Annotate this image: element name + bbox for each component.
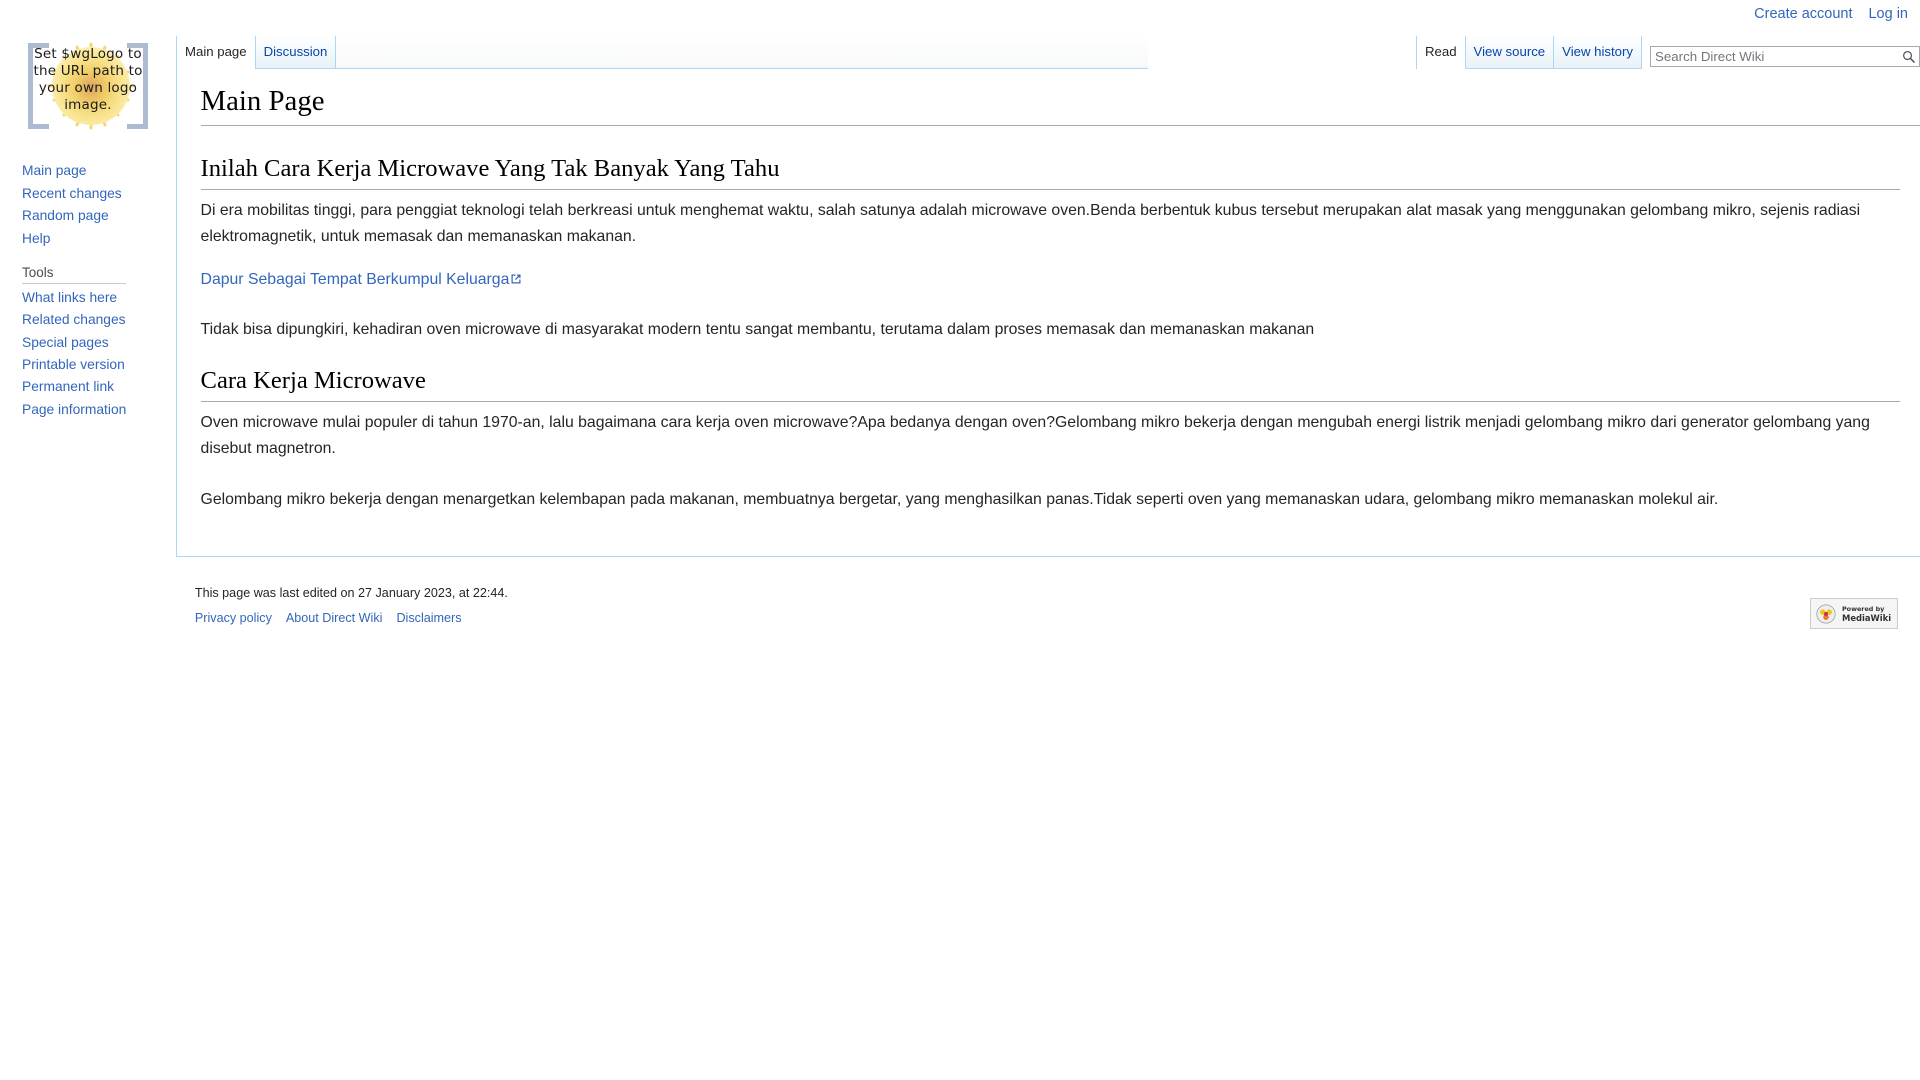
search-wrapper: [1650, 46, 1920, 67]
section1-paragraph-1: Di era mobilitas tinggi, para penggiat t…: [200, 202, 1861, 245]
mediawiki-flower-icon: [1816, 603, 1836, 624]
sidebar-link-printable-version[interactable]: Printable version: [22, 357, 125, 372]
sidebar: Set $wgLogo to the URL path to your own …: [0, 0, 176, 433]
tab-discussion[interactable]: Discussion: [255, 36, 337, 69]
tab-read[interactable]: Read: [1416, 36, 1466, 69]
footer-item-about[interactable]: About Direct Wiki: [286, 611, 383, 625]
view-tab-list: Read View source View history: [1416, 36, 1642, 69]
sidebar-link-main-page[interactable]: Main page: [22, 163, 86, 178]
sidebar-link-random-page[interactable]: Random page: [22, 208, 109, 223]
tab-discussion-label[interactable]: Discussion: [256, 36, 336, 69]
powered-by-line1: Powered by: [1842, 604, 1885, 613]
sidebar-item-page-information[interactable]: Page information: [22, 398, 176, 420]
personal-tools: Create account Log in: [1754, 0, 1908, 28]
sidebar-tools-list: What links here Related changes Special …: [22, 286, 176, 420]
section1-paragraph-2: Tidak bisa dipungkiri, kehadiran oven mi…: [200, 321, 1315, 339]
powered-by-mediawiki-badge[interactable]: Powered by MediaWiki: [1810, 598, 1898, 629]
sidebar-item-permanent-link[interactable]: Permanent link: [22, 376, 176, 398]
footer-icons: Powered by MediaWiki: [1810, 598, 1898, 629]
sidebar-link-recent-changes[interactable]: Recent changes: [22, 186, 122, 201]
search-form: [1650, 46, 1920, 69]
sidebar-item-printable-version[interactable]: Printable version: [22, 354, 176, 376]
tab-view-history-label[interactable]: View history: [1554, 36, 1641, 69]
sidebar-link-special-pages[interactable]: Special pages: [22, 335, 109, 350]
section2-paragraph-1: Oven microwave mulai populer di tahun 19…: [200, 414, 1870, 457]
tab-main-page[interactable]: Main page: [176, 36, 256, 69]
section-heading-2: Cara Kerja Microwave: [200, 365, 1900, 403]
search-button[interactable]: [1898, 47, 1918, 66]
external-link-icon: [511, 274, 521, 284]
sidebar-item-what-links-here[interactable]: What links here: [22, 286, 176, 308]
sidebar-link-permanent-link[interactable]: Permanent link: [22, 379, 114, 394]
sidebar-navigation-portal: Main page Recent changes Random page Hel…: [0, 160, 176, 250]
page-title: Main Page: [200, 83, 1920, 126]
site-logo[interactable]: Set $wgLogo to the URL path to your own …: [8, 0, 168, 160]
sidebar-link-what-links-here[interactable]: What links here: [22, 290, 117, 305]
sidebar-link-page-information[interactable]: Page information: [22, 402, 126, 417]
sidebar-item-special-pages[interactable]: Special pages: [22, 331, 176, 353]
body-content: Inilah Cara Kerja Microwave Yang Tak Ban…: [200, 133, 1920, 512]
sidebar-link-help[interactable]: Help: [22, 231, 50, 246]
logo-placeholder: Set $wgLogo to the URL path to your own …: [20, 25, 156, 135]
footer-link-about[interactable]: About Direct Wiki: [286, 611, 383, 625]
page-footer: This page was last edited on 27 January …: [176, 576, 1920, 629]
namespace-tabs: Main page Discussion: [176, 36, 337, 69]
external-link-label: Dapur Sebagai Tempat Berkumpul Keluarga: [200, 270, 510, 288]
powered-by-line2: MediaWiki: [1842, 612, 1892, 623]
search-input[interactable]: [1650, 46, 1920, 67]
content-area: Main Page Inilah Cara Kerja Microwave Ya…: [176, 67, 1920, 557]
external-link-dapur[interactable]: Dapur Sebagai Tempat Berkumpul Keluarga: [201, 271, 523, 288]
tab-read-label[interactable]: Read: [1417, 36, 1465, 69]
tab-view-history[interactable]: View history: [1554, 36, 1642, 69]
footer-link-disclaimers[interactable]: Disclaimers: [396, 611, 461, 625]
sidebar-item-recent-changes[interactable]: Recent changes: [22, 182, 176, 204]
sidebar-item-random-page[interactable]: Random page: [22, 205, 176, 227]
tab-view-source[interactable]: View source: [1465, 36, 1555, 69]
sidebar-item-main-page[interactable]: Main page: [22, 160, 176, 182]
sidebar-item-help[interactable]: Help: [22, 227, 176, 249]
sidebar-navigation-list: Main page Recent changes Random page Hel…: [22, 160, 176, 250]
footer-last-edited: This page was last edited on 27 January …: [194, 586, 508, 601]
create-account-link[interactable]: Create account: [1754, 6, 1852, 22]
footer-item-privacy-policy[interactable]: Privacy policy: [195, 611, 272, 625]
powered-by-text: Powered by MediaWiki: [1842, 605, 1891, 623]
section2-paragraph-2: Gelombang mikro bekerja dengan menargetk…: [200, 490, 1719, 508]
namespace-tabs-group: Main page Discussion: [176, 36, 1149, 69]
log-in-link[interactable]: Log in: [1868, 6, 1908, 22]
namespace-tab-list: Main page Discussion: [176, 36, 337, 69]
sidebar-tools-portal: Tools What links here Related changes Sp…: [0, 262, 176, 421]
tab-view-source-label[interactable]: View source: [1466, 36, 1554, 69]
footer-info-list: This page was last edited on 27 January …: [195, 585, 1920, 603]
sidebar-tools-heading: Tools: [22, 262, 126, 285]
section-heading-1: Inilah Cara Kerja Microwave Yang Tak Ban…: [200, 153, 1900, 191]
search-icon: [1902, 50, 1915, 63]
tab-main-page-label[interactable]: Main page: [177, 36, 255, 69]
footer-places-list: Privacy policy About Direct Wiki Disclai…: [195, 611, 1920, 625]
view-tabs: Read View source View history: [1416, 36, 1642, 69]
logo-placeholder-text: Set $wgLogo to the URL path to your own …: [33, 46, 143, 113]
sidebar-item-related-changes[interactable]: Related changes: [22, 309, 176, 331]
footer-item-disclaimers[interactable]: Disclaimers: [396, 611, 461, 625]
tabs-filler: [336, 36, 1149, 69]
sidebar-link-related-changes[interactable]: Related changes: [22, 312, 126, 327]
page-head: Main page Discussion Read View source Vi…: [176, 0, 1920, 80]
external-link-paragraph: Dapur Sebagai Tempat Berkumpul Keluarga: [201, 267, 1900, 293]
view-tabs-group: Read View source View history: [1416, 36, 1920, 69]
footer-link-privacy-policy[interactable]: Privacy policy: [195, 611, 272, 625]
